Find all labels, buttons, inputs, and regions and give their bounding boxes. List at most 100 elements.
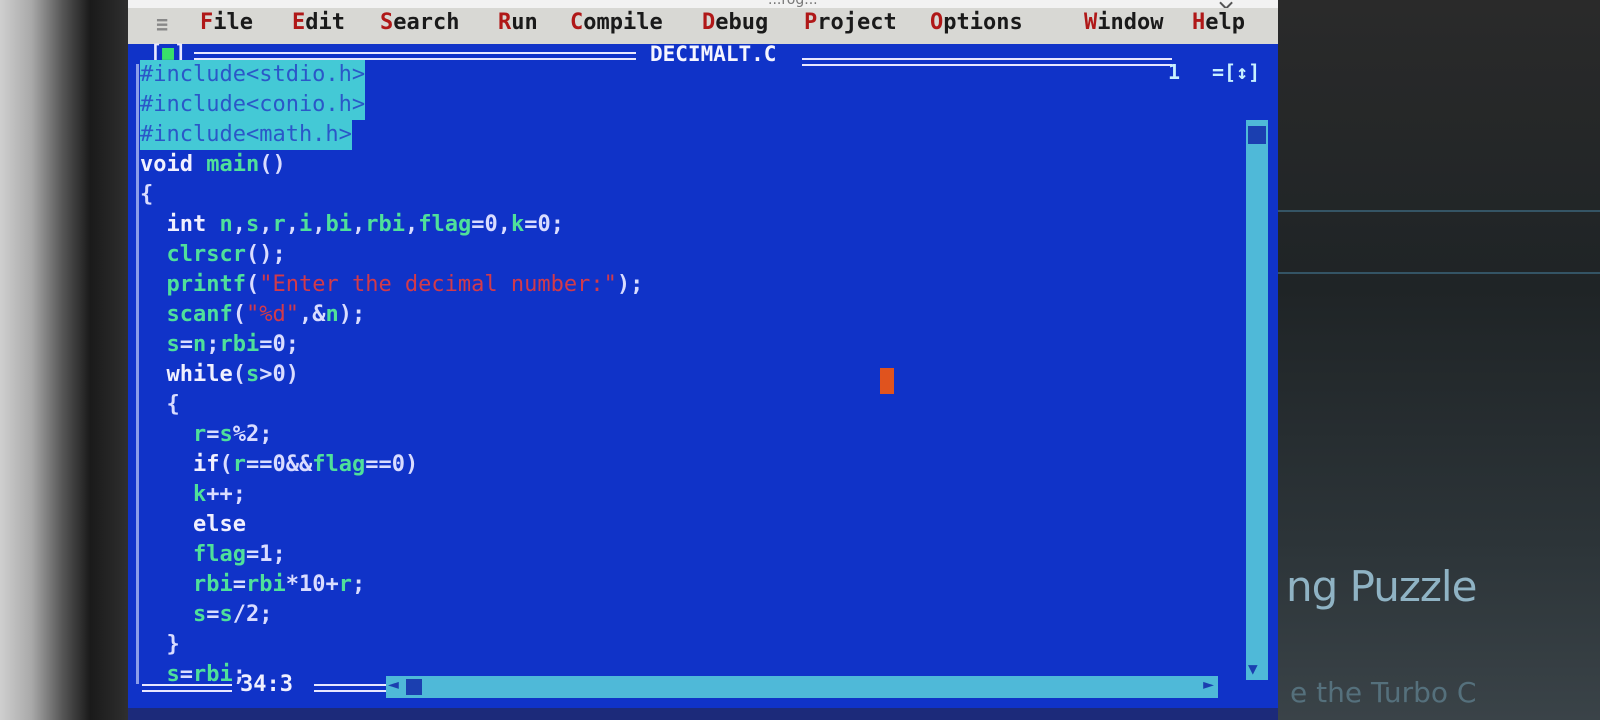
identifier: r bbox=[192, 422, 207, 447]
code-line[interactable]: scanf("%d",&n); bbox=[140, 300, 366, 330]
identifier: k bbox=[510, 212, 525, 237]
code-symbol: =0, bbox=[471, 212, 511, 237]
vertical-scroll-thumb[interactable] bbox=[1248, 126, 1266, 144]
code-symbol bbox=[140, 272, 167, 297]
keyword: void bbox=[140, 152, 193, 177]
menu-compile[interactable]: Compile bbox=[570, 10, 663, 35]
menu-project[interactable]: Project bbox=[804, 10, 897, 35]
code-symbol: = bbox=[206, 602, 220, 627]
code-symbol: = bbox=[206, 422, 220, 447]
code-line[interactable]: s=n;rbi=0; bbox=[140, 330, 300, 360]
identifier: clrscr bbox=[166, 242, 246, 267]
menu-hotkey: P bbox=[804, 10, 818, 35]
code-symbol bbox=[140, 482, 193, 507]
menu-hotkey: H bbox=[1192, 10, 1206, 35]
code-line[interactable]: s=s/2; bbox=[140, 600, 273, 630]
menu-help[interactable]: Help bbox=[1192, 10, 1245, 35]
menu-options[interactable]: Options bbox=[930, 10, 1023, 35]
code-line[interactable]: clrscr(); bbox=[140, 240, 286, 270]
code-symbol: *10+ bbox=[285, 572, 339, 597]
code-symbol bbox=[140, 602, 193, 627]
system-menu-icon[interactable]: ≡ bbox=[156, 12, 168, 36]
code-symbol: %2; bbox=[232, 422, 273, 447]
editor-window: [■] DECIMALT.C 1 =[↕] ▼ #include<stdio.h… bbox=[128, 40, 1278, 720]
code-line[interactable]: while(s>0) bbox=[140, 360, 299, 390]
identifier: rbi bbox=[192, 572, 233, 597]
window-number: 1 bbox=[1168, 60, 1181, 84]
menu-label: dit bbox=[305, 10, 345, 35]
menu-debug[interactable]: Debug bbox=[702, 10, 768, 35]
code-symbol bbox=[140, 542, 193, 567]
menu-label: ptions bbox=[943, 10, 1023, 35]
code-symbol bbox=[140, 452, 193, 477]
code-line[interactable]: #include<stdio.h> bbox=[140, 60, 366, 90]
identifier: printf bbox=[166, 272, 246, 297]
code-symbol: { bbox=[140, 392, 180, 417]
photo-background-left bbox=[0, 0, 90, 720]
background-line bbox=[1278, 272, 1600, 274]
window-title: ...rog... bbox=[768, 0, 818, 8]
menu-file[interactable]: File bbox=[200, 10, 253, 35]
horizontal-scrollbar[interactable]: ◄ ► bbox=[386, 674, 1218, 698]
code-line[interactable]: { bbox=[140, 180, 153, 210]
identifier: s bbox=[192, 602, 207, 627]
code-line[interactable]: #include<conio.h> bbox=[140, 90, 366, 120]
horizontal-scroll-thumb[interactable] bbox=[406, 679, 422, 695]
menu-label: ebug bbox=[715, 10, 769, 35]
code-line[interactable]: else bbox=[140, 510, 246, 540]
code-symbol bbox=[140, 512, 193, 537]
code-line[interactable]: { bbox=[140, 390, 180, 420]
identifier: rbi bbox=[245, 572, 286, 597]
vertical-scrollbar[interactable]: ▼ bbox=[1246, 120, 1268, 680]
menu-search[interactable]: Search bbox=[380, 10, 459, 35]
keyword: int bbox=[166, 212, 207, 237]
identifier: n bbox=[193, 332, 207, 357]
identifier: r bbox=[338, 572, 352, 597]
keyword: else bbox=[192, 512, 246, 537]
code-symbol: , bbox=[285, 212, 299, 237]
keyword: while bbox=[166, 362, 233, 387]
menu-label: earch bbox=[393, 10, 460, 35]
identifier: flag bbox=[418, 212, 472, 237]
menu-bar: ≡ File Edit Search Run Compile Debug Pro… bbox=[128, 8, 1278, 44]
code-line[interactable]: k++; bbox=[140, 480, 246, 510]
code-symbol: /2; bbox=[232, 602, 273, 627]
string-literal: "Enter the decimal number:" bbox=[259, 272, 617, 297]
menu-label: un bbox=[511, 10, 538, 35]
code-symbol: ,& bbox=[298, 302, 326, 327]
code-line[interactable]: if(r==0&&flag==0) bbox=[140, 450, 418, 480]
identifier: s bbox=[219, 422, 233, 447]
code-line[interactable]: int n,s,r,i,bi,rbi,flag=0,k=0; bbox=[140, 210, 564, 240]
code-symbol: >0) bbox=[259, 362, 299, 387]
menu-hotkey: R bbox=[498, 10, 512, 35]
code-symbol: ); bbox=[338, 302, 366, 327]
background-line bbox=[1278, 210, 1600, 212]
code-line[interactable]: void main() bbox=[140, 150, 286, 180]
code-symbol: ++; bbox=[206, 482, 246, 507]
identifier: i bbox=[299, 212, 313, 237]
code-line[interactable]: } bbox=[140, 630, 179, 660]
code-symbol: ( bbox=[245, 272, 260, 297]
identifier: s bbox=[166, 332, 180, 357]
code-symbol bbox=[206, 212, 219, 237]
scroll-left-arrow-icon[interactable]: ◄ bbox=[388, 674, 399, 695]
code-line[interactable]: #include<math.h> bbox=[140, 120, 352, 150]
code-symbol bbox=[140, 572, 193, 597]
menu-label: elp bbox=[1205, 10, 1245, 35]
code-symbol bbox=[140, 422, 193, 447]
code-symbol bbox=[140, 332, 167, 357]
keyword: if bbox=[192, 452, 220, 477]
scroll-right-arrow-icon[interactable]: ► bbox=[1203, 674, 1214, 695]
code-line[interactable]: r=s%2; bbox=[140, 420, 273, 450]
code-symbol: ( bbox=[219, 452, 233, 477]
menu-window[interactable]: Window bbox=[1084, 10, 1163, 35]
menu-edit[interactable]: Edit bbox=[292, 10, 345, 35]
menu-run[interactable]: Run bbox=[498, 10, 538, 35]
menu-label: ompile bbox=[583, 10, 663, 35]
code-line[interactable]: rbi=rbi*10+r; bbox=[140, 570, 365, 600]
menu-hotkey: W bbox=[1084, 10, 1098, 35]
code-line[interactable]: printf("Enter the decimal number:"); bbox=[140, 270, 644, 300]
zoom-button[interactable]: =[↕] bbox=[1212, 60, 1260, 84]
code-line[interactable]: flag=1; bbox=[140, 540, 286, 570]
identifier: r bbox=[272, 212, 286, 237]
